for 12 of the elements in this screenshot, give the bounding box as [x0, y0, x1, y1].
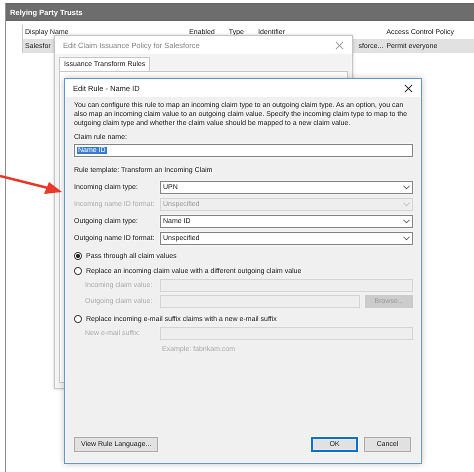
input-field[interactable] [160, 327, 413, 340]
pointer-arrow [0, 173, 64, 197]
radio-button[interactable] [74, 252, 82, 260]
input-field[interactable] [160, 295, 360, 308]
radio-button[interactable] [74, 267, 82, 275]
radio-button[interactable] [74, 315, 82, 323]
input-field[interactable] [160, 279, 413, 292]
chevron-icon [403, 219, 410, 224]
chevron-icon [403, 185, 410, 190]
chevron-icon [403, 202, 410, 207]
chevron-icon [403, 236, 410, 241]
close-icon[interactable] [404, 84, 413, 92]
